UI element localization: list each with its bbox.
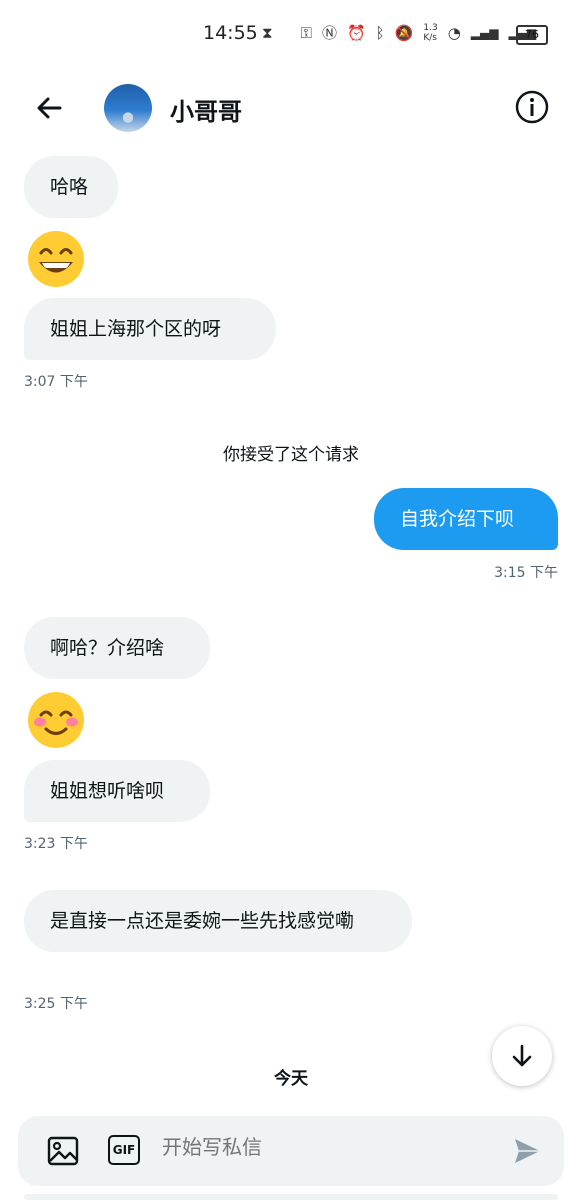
message-text: 哈咯 (50, 176, 89, 198)
wifi-icon: ◔ (447, 23, 461, 42)
gif-button[interactable]: GIF (108, 1135, 140, 1165)
message-text: 啊哈？介绍啥 (50, 637, 165, 659)
send-icon[interactable] (512, 1136, 542, 1166)
message-bubble-incoming[interactable]: 啊哈？介绍啥 (24, 617, 210, 679)
arrow-down-icon (512, 1044, 532, 1067)
back-arrow-icon[interactable] (30, 88, 70, 128)
signal-4g-icon: ▂▄▆ (470, 25, 499, 40)
message-input[interactable] (160, 1136, 494, 1161)
nfc-icon: Ⓝ (321, 24, 337, 42)
message-bubble-incoming[interactable]: 是直接一点还是委婉一些先找感觉嘞 (24, 890, 412, 952)
smiling-blush-face-emoji-icon (28, 692, 84, 748)
message-composer: GIF (18, 1116, 564, 1186)
alarm-icon: ⏰ (346, 23, 366, 42)
image-icon[interactable] (46, 1134, 80, 1168)
info-icon[interactable] (515, 90, 549, 124)
network-speed: 1.3 K/s (423, 22, 438, 43)
message-timestamp: 3:15 下午 (494, 565, 558, 581)
page-title[interactable]: 小哥哥 (170, 92, 242, 127)
message-text: 姐姐上海那个区的呀 (50, 318, 222, 340)
mute-icon: 🔕 (394, 23, 414, 42)
message-text: 姐姐想听啥呗 (50, 780, 165, 802)
scroll-to-bottom-button[interactable] (492, 1026, 552, 1086)
message-bubble-incoming[interactable]: 姐姐上海那个区的呀 (24, 298, 276, 360)
bluetooth-icon: ᛒ (375, 23, 385, 42)
battery-indicator: 76 (516, 25, 548, 45)
keyboard-area-edge (24, 1194, 558, 1200)
grinning-face-emoji-icon (28, 231, 84, 287)
message-text: 是直接一点还是委婉一些先找感觉嘞 (50, 910, 355, 932)
message-bubble-outgoing[interactable]: 自我介绍下呗 (374, 488, 558, 550)
message-timestamp: 3:25 下午 (24, 996, 88, 1012)
avatar[interactable] (104, 84, 152, 132)
key-icon: ⚿ (300, 23, 312, 42)
message-bubble-incoming[interactable]: 哈咯 (24, 156, 118, 218)
message-text: 自我介绍下呗 (400, 508, 515, 530)
message-timestamp: 3:07 下午 (24, 374, 88, 390)
status-icons: ⧗ ⚿ Ⓝ ⏰ ᛒ 🔕 1.3 K/s ◔ ▂▄▆ ▂▄▆ (262, 22, 536, 43)
message-bubble-incoming[interactable]: 姐姐想听啥呗 (24, 760, 210, 822)
status-bar: 14:55 ⧗ ⚿ Ⓝ ⏰ ᛒ 🔕 1.3 K/s ◔ ▂▄▆ ▂▄▆ 76 (0, 0, 582, 68)
gif-icon: GIF (112, 1143, 136, 1157)
message-timestamp: 3:23 下午 (24, 836, 88, 852)
hourglass-icon: ⧗ (262, 23, 273, 42)
status-time: 14:55 (203, 22, 258, 44)
conversation-header: 小哥哥 (0, 68, 582, 150)
system-message: 你接受了这个请求 (223, 445, 359, 465)
